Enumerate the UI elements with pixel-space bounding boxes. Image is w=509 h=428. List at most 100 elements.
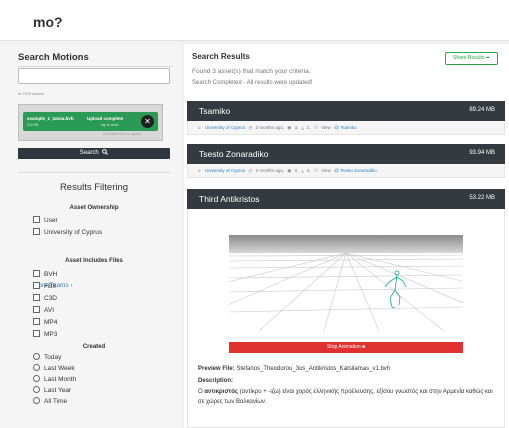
eye-icon: ◉ [287, 168, 292, 173]
checkbox[interactable] [33, 282, 40, 289]
upload-undo-hint: tap to undo [101, 123, 119, 127]
filter-option-university[interactable]: University of Cyprus [33, 228, 102, 236]
option-label: MP4 [44, 319, 58, 326]
result-name[interactable]: Third Antikristos [199, 194, 259, 204]
description-rest: (αντίκρυ + -ιζω) είναι χορός ελληνικής π… [198, 389, 493, 405]
option-label: MP3 [44, 331, 58, 338]
checkbox[interactable] [33, 294, 40, 301]
radio[interactable] [33, 375, 40, 382]
upload-dropzone[interactable]: example_1_tatsia.bvh 112 KB Upload compl… [18, 104, 163, 141]
description-text: Ο αντικριστός (αντίκρυ + -ιζω) είναι χορ… [198, 387, 498, 407]
team-link[interactable]: University of Cyprus [205, 168, 245, 173]
animation-viewport[interactable] [229, 235, 463, 331]
checkbox[interactable] [33, 318, 40, 325]
view-link[interactable]: @ Tsamiko [334, 125, 358, 130]
view-label: View [321, 168, 331, 173]
view-link[interactable]: @ Tsesto Zonaradiko [334, 168, 379, 173]
binoculars-icon: ⚇ [313, 125, 318, 130]
stop-animation-button[interactable]: Stop Animation ■ [229, 342, 463, 353]
checkbox[interactable] [33, 270, 40, 277]
divider [18, 66, 173, 67]
option-label: FBX [44, 283, 57, 290]
radio[interactable] [33, 364, 40, 371]
result-name[interactable]: Tsamiko [199, 106, 230, 116]
result-card: Tsesto Zonaradiko 93.94 MB ☺ University … [187, 144, 505, 178]
search-input[interactable] [18, 68, 170, 84]
filter-option-c3d[interactable]: C3D [33, 294, 57, 302]
search-status: Search Completed - All results were upda… [192, 80, 313, 86]
option-label: C3D [44, 295, 58, 302]
upload-file-name: example_1_tatsia.bvh [27, 116, 74, 121]
option-label: BVH [44, 271, 58, 278]
search-hint: in 2220 assets [18, 91, 44, 96]
option-label: Last Year [44, 387, 72, 394]
result-header[interactable]: Tsesto Zonaradiko 93.94 MB [187, 144, 505, 164]
result-time: 2 months ago, [255, 125, 285, 130]
stop-animation-label: Stop Animation [326, 344, 361, 350]
result-time: 2 months ago, [255, 168, 285, 173]
upload-status: Upload complete [87, 116, 124, 121]
search-button-label: Search [79, 150, 99, 156]
preview-file-label: Preview File: [198, 366, 235, 372]
filter-option-last-year[interactable]: Last Year [33, 386, 71, 394]
upload-file-size: 112 KB [27, 123, 39, 127]
option-label: Today [44, 354, 62, 361]
filter-option-fbx[interactable]: FBX [33, 282, 57, 290]
filter-option-last-week[interactable]: Last Week [33, 364, 75, 372]
result-name[interactable]: Tsesto Zonaradiko [199, 149, 268, 159]
filter-option-avi[interactable]: AVI [33, 306, 54, 314]
results-count: Found 3 asset(s) that match your criteri… [192, 68, 311, 75]
filter-option-bvh[interactable]: BVH [33, 270, 57, 278]
checkbox[interactable] [33, 306, 40, 313]
divider [18, 172, 170, 173]
result-header[interactable]: Tsamiko 89.24 MB [187, 101, 505, 121]
app-logo[interactable]: mo? [33, 14, 63, 30]
filter-option-today[interactable]: Today [33, 353, 61, 361]
view-label: View [321, 125, 331, 130]
eye-icon: ◉ [287, 125, 292, 130]
search-button[interactable]: Search [18, 148, 170, 159]
dropzone-caption: Drop files here to upload [103, 132, 142, 136]
checkbox[interactable] [33, 228, 40, 235]
created-title: Created [82, 344, 106, 350]
view-link-text: Tsamiko [339, 125, 357, 130]
view-count: 0, [294, 168, 299, 173]
description-prefix: Ο [198, 389, 203, 395]
filter-option-last-month[interactable]: Last Month [33, 375, 76, 383]
result-header[interactable]: Third Antikristos 53.22 MB [187, 189, 505, 209]
filter-option-mp3[interactable]: MP3 [33, 330, 57, 338]
top-navbar: mo? [0, 0, 509, 41]
close-icon[interactable]: ✕ [141, 115, 154, 128]
download-count: 2, [306, 125, 311, 130]
option-label: User [44, 217, 58, 224]
ownership-title: Asset Ownership [69, 205, 119, 211]
search-icon [102, 149, 109, 155]
chevron-right-icon: › [70, 282, 73, 289]
result-size: 93.94 MB [469, 150, 495, 156]
download-count: 0, [306, 168, 311, 173]
radio[interactable] [33, 386, 40, 393]
option-label: University of Cyprus [44, 229, 103, 236]
result-card: Tsamiko 89.24 MB ☺ University of Cyprus … [187, 101, 505, 135]
filter-option-user[interactable]: User [33, 216, 58, 224]
files-title: Asset Includes Files [65, 258, 123, 264]
team-link[interactable]: University of Cyprus [205, 125, 245, 130]
checkbox[interactable] [33, 216, 40, 223]
results-panel: Search Results Share Results ➦ Found 3 a… [184, 44, 509, 428]
stop-icon: ■ [362, 344, 366, 350]
preview-file-name: Stefanos_Theodorou_3os_Antikristos_Katsi… [236, 366, 391, 372]
radio[interactable] [33, 353, 40, 360]
filter-option-mp4[interactable]: MP4 [33, 318, 57, 326]
filter-option-all-time[interactable]: All Time [33, 397, 67, 405]
share-icon: ➦ [485, 55, 490, 61]
radio[interactable] [33, 397, 40, 404]
option-label: Last Week [44, 365, 75, 372]
download-icon: ⤓ [301, 168, 304, 173]
view-link-text: Tsesto Zonaradiko [339, 168, 377, 173]
checkbox[interactable] [33, 330, 40, 337]
result-meta: ☺ University of Cyprus ◷ 2 months ago, ◉… [187, 164, 505, 178]
preview-file: Preview File: Stefanos_Theodorou_3os_Ant… [198, 366, 390, 372]
download-icon: ⤓ [301, 125, 304, 130]
share-results-button[interactable]: Share Results ➦ [445, 52, 498, 65]
result-preview: Stop Animation ■ Preview File: Stefanos_… [187, 209, 505, 428]
